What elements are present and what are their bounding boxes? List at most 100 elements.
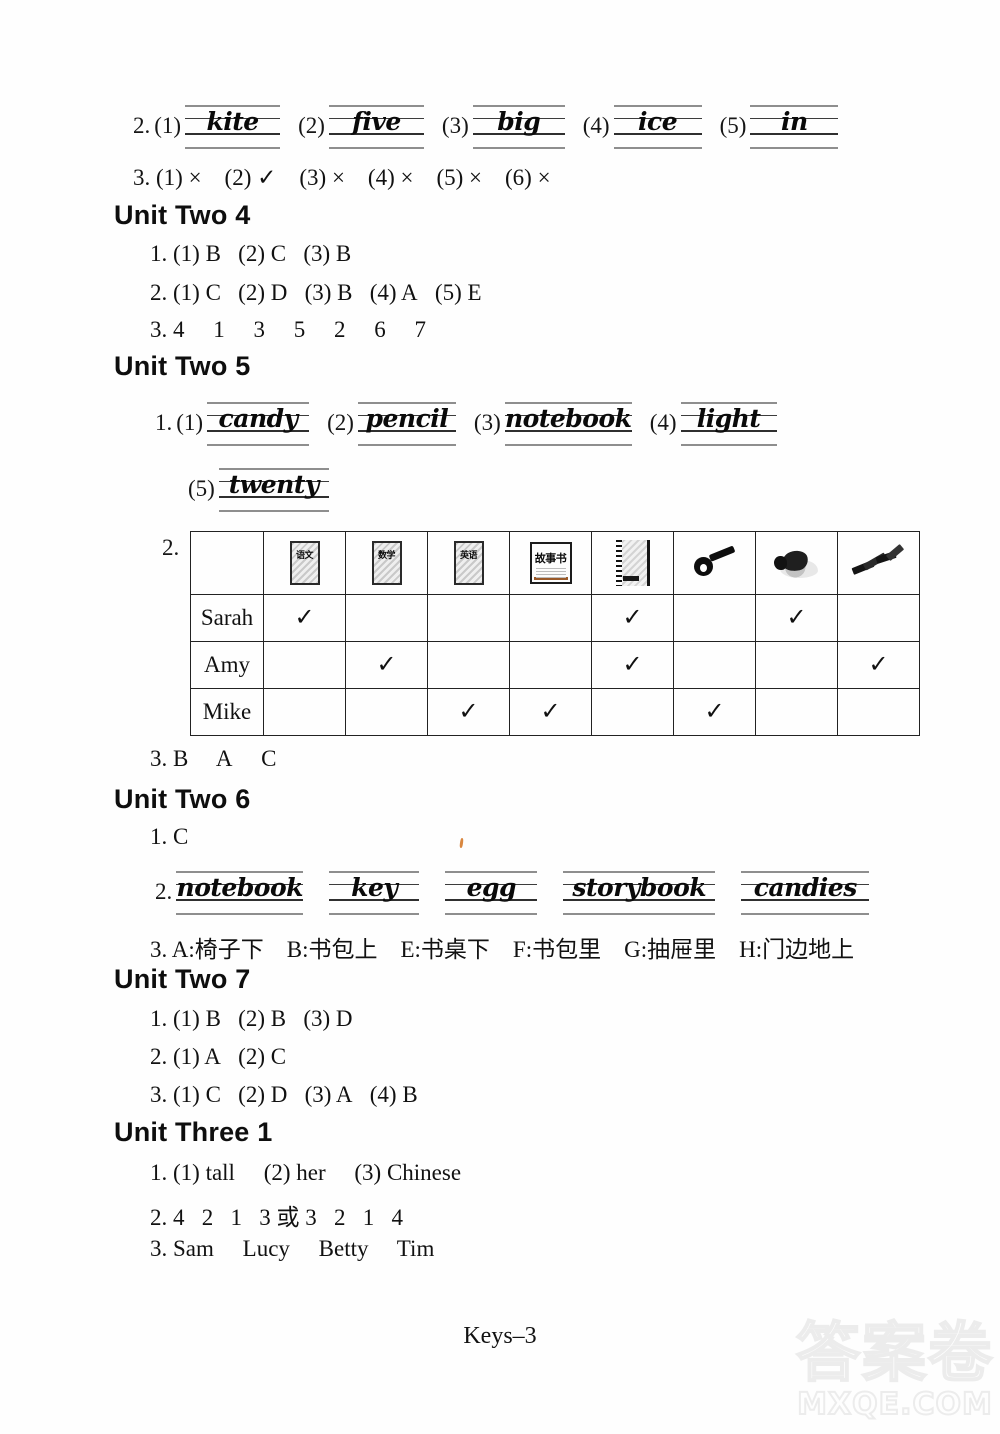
- header-cell-candy: [755, 531, 838, 595]
- writing-line-4: light: [680, 400, 777, 446]
- header-cell-notebook: [591, 531, 674, 595]
- student-items-table: 语文 数学 英语 故事书 Sarah ✓ ✓ ✓ Amy ✓ ✓ ✓ Mike …: [190, 531, 920, 736]
- cell-mike-pencils: [837, 688, 920, 736]
- handwritten-word: key: [351, 873, 398, 902]
- check-icon: ✓: [704, 697, 725, 725]
- exercise-number: 2.: [162, 535, 180, 560]
- storybook-label: 故事书: [534, 552, 567, 565]
- cell-amy-key: [673, 641, 756, 689]
- answer-key-page: 2. (1) kite (2) five (3) big (4) ice (5)…: [0, 0, 1000, 1434]
- writing-line-3: notebook: [504, 400, 632, 446]
- writing-line-5: candies: [741, 869, 870, 915]
- chinese-textbook-icon: 语文: [289, 541, 320, 585]
- cell-sarah-key: [673, 594, 756, 642]
- pencils-icon: [850, 544, 908, 580]
- cell-sarah-pencils: [837, 594, 920, 642]
- cell-sarah-math: [345, 594, 428, 642]
- exercise-2-handwriting-row: 2. (1) kite (2) five (3) big (4) ice (5)…: [133, 103, 842, 149]
- check-icon: ✓: [376, 650, 397, 678]
- check-icon: ✓: [868, 650, 889, 678]
- unit-three-1-line-2: 2. 4 2 1 3 或 3 2 1 4: [150, 1205, 403, 1230]
- heading-unit-two-7: Unit Two 7: [114, 964, 251, 994]
- cell-mike-english: ✓: [427, 688, 510, 736]
- unit-two-5-exercise-3: 3. B A C: [150, 746, 277, 771]
- heading-unit-two-6: Unit Two 6: [114, 784, 251, 814]
- unit-two-6-exercise-2-row: 2. notebook key egg storybook candies: [155, 869, 873, 915]
- spiral-notebook-icon: [615, 540, 650, 586]
- item-label-4: (4): [582, 113, 610, 138]
- unit-two-5-exercise-1-row-1: 1. (1) candy (2) pencil (3) notebook (4)…: [155, 400, 781, 446]
- header-corner-cell: [190, 531, 264, 595]
- cell-mike-candy: [755, 688, 838, 736]
- table-row: Amy ✓ ✓ ✓: [190, 641, 920, 689]
- writing-line-5: twenty: [218, 466, 329, 512]
- exercise-number: 2.: [133, 113, 151, 138]
- cell-mike-notebook: [591, 688, 674, 736]
- page-footer: Keys–3: [463, 1323, 537, 1349]
- writing-line-5: in: [750, 103, 839, 149]
- cell-mike-chinese: [263, 688, 346, 736]
- writing-line-2: key: [329, 869, 420, 915]
- cell-sarah-storybook: [509, 594, 592, 642]
- header-cell-chinese-textbook: 语文: [263, 531, 346, 595]
- candy-icon: [773, 546, 820, 580]
- handwritten-word: egg: [466, 873, 517, 902]
- row-label-sarah: Sarah: [190, 594, 264, 642]
- english-textbook-icon: 英语: [453, 541, 484, 585]
- writing-line-2: pencil: [357, 400, 456, 446]
- cell-amy-pencils: ✓: [837, 641, 920, 689]
- writing-line-3: egg: [445, 869, 538, 915]
- handwritten-word: big: [497, 107, 541, 136]
- handwritten-word: pencil: [365, 404, 449, 433]
- check-icon: ✓: [540, 697, 561, 725]
- unit-three-1-line-1: 1. (1) tall (2) her (3) Chinese: [150, 1160, 462, 1185]
- chinese-textbook-label: 语文: [295, 551, 314, 561]
- table-header-row: 语文 数学 英语 故事书: [190, 531, 920, 595]
- item-label-2: (2): [298, 113, 325, 138]
- handwritten-word: light: [696, 404, 761, 433]
- cell-sarah-english: [427, 594, 510, 642]
- handwritten-word: notebook: [505, 404, 632, 433]
- ink-speck: [459, 837, 464, 849]
- heading-unit-two-5: Unit Two 5: [114, 351, 251, 381]
- cell-sarah-candy: ✓: [755, 594, 838, 642]
- math-textbook-icon: 数学: [371, 541, 402, 585]
- handwritten-word: candy: [218, 404, 299, 433]
- item-label-3: (3): [473, 410, 501, 435]
- unit-two-7-line-1: 1. (1) B (2) B (3) D: [150, 1006, 353, 1031]
- header-cell-english-textbook: 英语: [427, 531, 510, 595]
- header-cell-storybook: 故事书: [509, 531, 592, 595]
- item-label-1: (1): [176, 410, 204, 435]
- cell-mike-key: ✓: [673, 688, 756, 736]
- header-cell-key: [673, 531, 756, 595]
- cell-amy-storybook: [509, 641, 592, 689]
- check-icon: ✓: [622, 650, 643, 678]
- handwritten-word: ice: [638, 107, 678, 136]
- check-icon: ✓: [294, 603, 315, 631]
- unit-two-5-exercise-1-row-2: (5) twenty: [188, 466, 333, 512]
- unit-two-7-line-2: 2. (1) A (2) C: [150, 1044, 287, 1069]
- unit-two-4-line-2: 2. (1) C (2) D (3) B (4) A (5) E: [150, 280, 482, 305]
- row-label-mike: Mike: [190, 688, 264, 736]
- storybook-icon: 故事书: [529, 542, 572, 584]
- table-row: Sarah ✓ ✓ ✓: [190, 594, 920, 642]
- item-label-1: (1): [154, 113, 182, 138]
- handwritten-word: twenty: [228, 470, 320, 499]
- writing-line-3: big: [472, 103, 565, 149]
- cell-amy-chinese: [263, 641, 346, 689]
- key-icon: [693, 545, 736, 577]
- item-label-4: (4): [649, 410, 677, 435]
- heading-unit-two-4: Unit Two 4: [114, 200, 251, 230]
- unit-two-6-exercise-1: 1. C: [150, 824, 189, 849]
- row-label-amy: Amy: [190, 641, 264, 689]
- handwritten-word: kite: [206, 107, 259, 136]
- handwritten-word: in: [781, 107, 808, 136]
- handwritten-word: storybook: [572, 873, 707, 902]
- unit-two-7-line-3: 3. (1) C (2) D (3) A (4) B: [150, 1082, 418, 1107]
- item-label-3: (3): [441, 113, 469, 138]
- english-textbook-label: 英语: [459, 551, 478, 561]
- handwritten-word: five: [352, 107, 401, 136]
- heading-unit-three-1: Unit Three 1: [114, 1117, 273, 1147]
- math-textbook-label: 数学: [377, 551, 396, 561]
- cell-amy-english: [427, 641, 510, 689]
